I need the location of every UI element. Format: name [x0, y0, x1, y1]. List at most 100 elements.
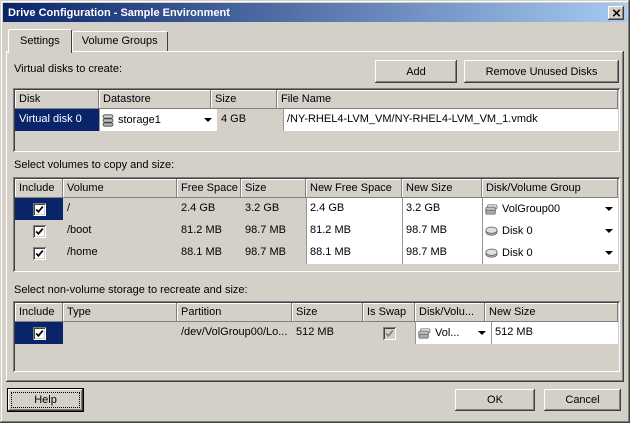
volumes-header: Include Volume Free Space Size New Free …: [15, 179, 618, 198]
check-icon: [35, 329, 44, 338]
volume-name-cell: /: [63, 198, 177, 220]
include-checkbox[interactable]: [33, 247, 46, 260]
chevron-down-icon: [478, 331, 486, 335]
ok-button[interactable]: OK: [455, 389, 535, 411]
volume-group-icon: [418, 328, 431, 339]
volumes-table: Include Volume Free Space Size New Free …: [13, 177, 620, 272]
datastore-value: storage1: [118, 114, 200, 126]
disk-volume-group-value: VolGroup00: [502, 203, 601, 215]
virtual-disks-table: Disk Datastore Size File Name Virtual di…: [13, 88, 620, 152]
column-header-include[interactable]: Include: [15, 179, 63, 198]
new-size-field[interactable]: 3.2 GB: [402, 198, 482, 220]
column-header-disk-volume-group[interactable]: Disk/Volume Group: [482, 179, 618, 198]
disk-icon: [485, 226, 498, 236]
column-header-volume[interactable]: Volume: [63, 179, 177, 198]
size-cell: 98.7 MB: [241, 242, 306, 264]
new-free-space-field[interactable]: 2.4 GB: [306, 198, 402, 220]
remove-unused-disks-button[interactable]: Remove Unused Disks: [464, 60, 619, 83]
volume-group-icon: [485, 204, 498, 215]
disk-volume-group-combobox[interactable]: VolGroup00: [482, 198, 618, 220]
include-cell: [15, 322, 63, 344]
add-button[interactable]: Add: [375, 60, 457, 83]
virtual-disks-header: Disk Datastore Size File Name: [15, 90, 618, 109]
virtual-disks-label: Virtual disks to create:: [14, 63, 122, 75]
column-header-include[interactable]: Include: [15, 303, 63, 322]
new-free-space-field[interactable]: 81.2 MB: [306, 220, 402, 242]
include-checkbox[interactable]: [33, 327, 46, 340]
size-cell: 3.2 GB: [241, 198, 306, 220]
table-row: /dev/VolGroup00/Lo... 512 MB Vol...: [15, 322, 618, 344]
disk-name-cell[interactable]: Virtual disk 0: [15, 109, 99, 131]
table-row: /boot 81.2 MB 98.7 MB 81.2 MB 98.7 MB Di…: [15, 220, 618, 242]
non-volume-table: Include Type Partition Size Is Swap Disk…: [13, 301, 620, 372]
tab-volume-groups[interactable]: Volume Groups: [72, 31, 168, 51]
check-icon: [35, 205, 44, 214]
column-header-disk[interactable]: Disk: [15, 90, 99, 109]
new-size-field[interactable]: 98.7 MB: [402, 220, 482, 242]
table-row: /home 88.1 MB 98.7 MB 88.1 MB 98.7 MB Di…: [15, 242, 618, 264]
non-volume-label: Select non-volume storage to recreate an…: [14, 284, 248, 296]
column-header-size[interactable]: Size: [292, 303, 363, 322]
dialog-drive-configuration: Drive Configuration - Sample Environment…: [0, 0, 630, 423]
column-header-new-free-space[interactable]: New Free Space: [306, 179, 402, 198]
disk-volume-group-value: Disk 0: [502, 225, 601, 237]
close-icon: [612, 9, 621, 17]
free-space-cell: 2.4 GB: [177, 198, 241, 220]
table-row: Virtual disk 0 storage1 4 GB /NY-RHEL4-L…: [15, 109, 618, 131]
table-row: / 2.4 GB 3.2 GB 2.4 GB 3.2 GB VolGroup00: [15, 198, 618, 220]
new-size-field[interactable]: 512 MB: [491, 322, 618, 344]
window-title: Drive Configuration - Sample Environment: [8, 7, 608, 19]
close-button[interactable]: [608, 6, 624, 20]
column-header-size[interactable]: Size: [211, 90, 277, 109]
datastore-icon: [102, 114, 114, 127]
free-space-cell: 81.2 MB: [177, 220, 241, 242]
tab-volume-groups-label: Volume Groups: [82, 35, 158, 47]
column-header-type[interactable]: Type: [63, 303, 177, 322]
column-header-datastore[interactable]: Datastore: [99, 90, 211, 109]
include-checkbox[interactable]: [33, 203, 46, 216]
check-icon: [35, 227, 44, 236]
column-header-new-size[interactable]: New Size: [402, 179, 482, 198]
include-cell: [15, 220, 63, 242]
volume-name-cell: /home: [63, 242, 177, 264]
include-checkbox[interactable]: [33, 225, 46, 238]
size-cell: 512 MB: [292, 322, 363, 344]
titlebar[interactable]: Drive Configuration - Sample Environment: [3, 3, 627, 22]
disk-volume-group-combobox[interactable]: Vol...: [415, 322, 491, 344]
chevron-down-icon: [605, 229, 613, 233]
include-cell: [15, 242, 63, 264]
help-button[interactable]: Help: [8, 389, 83, 411]
new-free-space-field[interactable]: 88.1 MB: [306, 242, 402, 264]
tab-settings-label: Settings: [20, 35, 60, 47]
column-header-free-space[interactable]: Free Space: [177, 179, 241, 198]
non-volume-header: Include Type Partition Size Is Swap Disk…: [15, 303, 618, 322]
disk-volume-group-combobox[interactable]: Disk 0: [482, 220, 618, 242]
check-icon: [35, 249, 44, 258]
check-icon: [385, 329, 394, 338]
tab-settings[interactable]: Settings: [8, 29, 72, 53]
column-header-size[interactable]: Size: [241, 179, 306, 198]
column-header-disk-volume-group[interactable]: Disk/Volu...: [415, 303, 485, 322]
datastore-combobox[interactable]: storage1: [99, 109, 217, 131]
file-name-field[interactable]: /NY-RHEL4-LVM_VM/NY-RHEL4-LVM_VM_1.vmdk: [283, 109, 618, 131]
cancel-button[interactable]: Cancel: [544, 389, 621, 411]
column-header-file-name[interactable]: File Name: [277, 90, 618, 109]
size-cell: 98.7 MB: [241, 220, 306, 242]
chevron-down-icon: [605, 207, 613, 211]
column-header-partition[interactable]: Partition: [177, 303, 292, 322]
type-cell: [63, 322, 177, 344]
tab-strip: Settings Volume Groups: [8, 29, 168, 53]
chevron-down-icon: [204, 118, 212, 122]
free-space-cell: 88.1 MB: [177, 242, 241, 264]
volume-name-cell: /boot: [63, 220, 177, 242]
new-size-field[interactable]: 98.7 MB: [402, 242, 482, 264]
disk-size-cell: 4 GB: [217, 109, 283, 131]
disk-volume-group-value: Vol...: [435, 327, 474, 339]
disk-volume-group-combobox[interactable]: Disk 0: [482, 242, 618, 264]
column-header-new-size[interactable]: New Size: [485, 303, 618, 322]
column-header-is-swap[interactable]: Is Swap: [363, 303, 415, 322]
chevron-down-icon: [605, 251, 613, 255]
volumes-label: Select volumes to copy and size:: [14, 159, 174, 171]
disk-icon: [485, 248, 498, 258]
partition-cell: /dev/VolGroup00/Lo...: [177, 322, 292, 344]
